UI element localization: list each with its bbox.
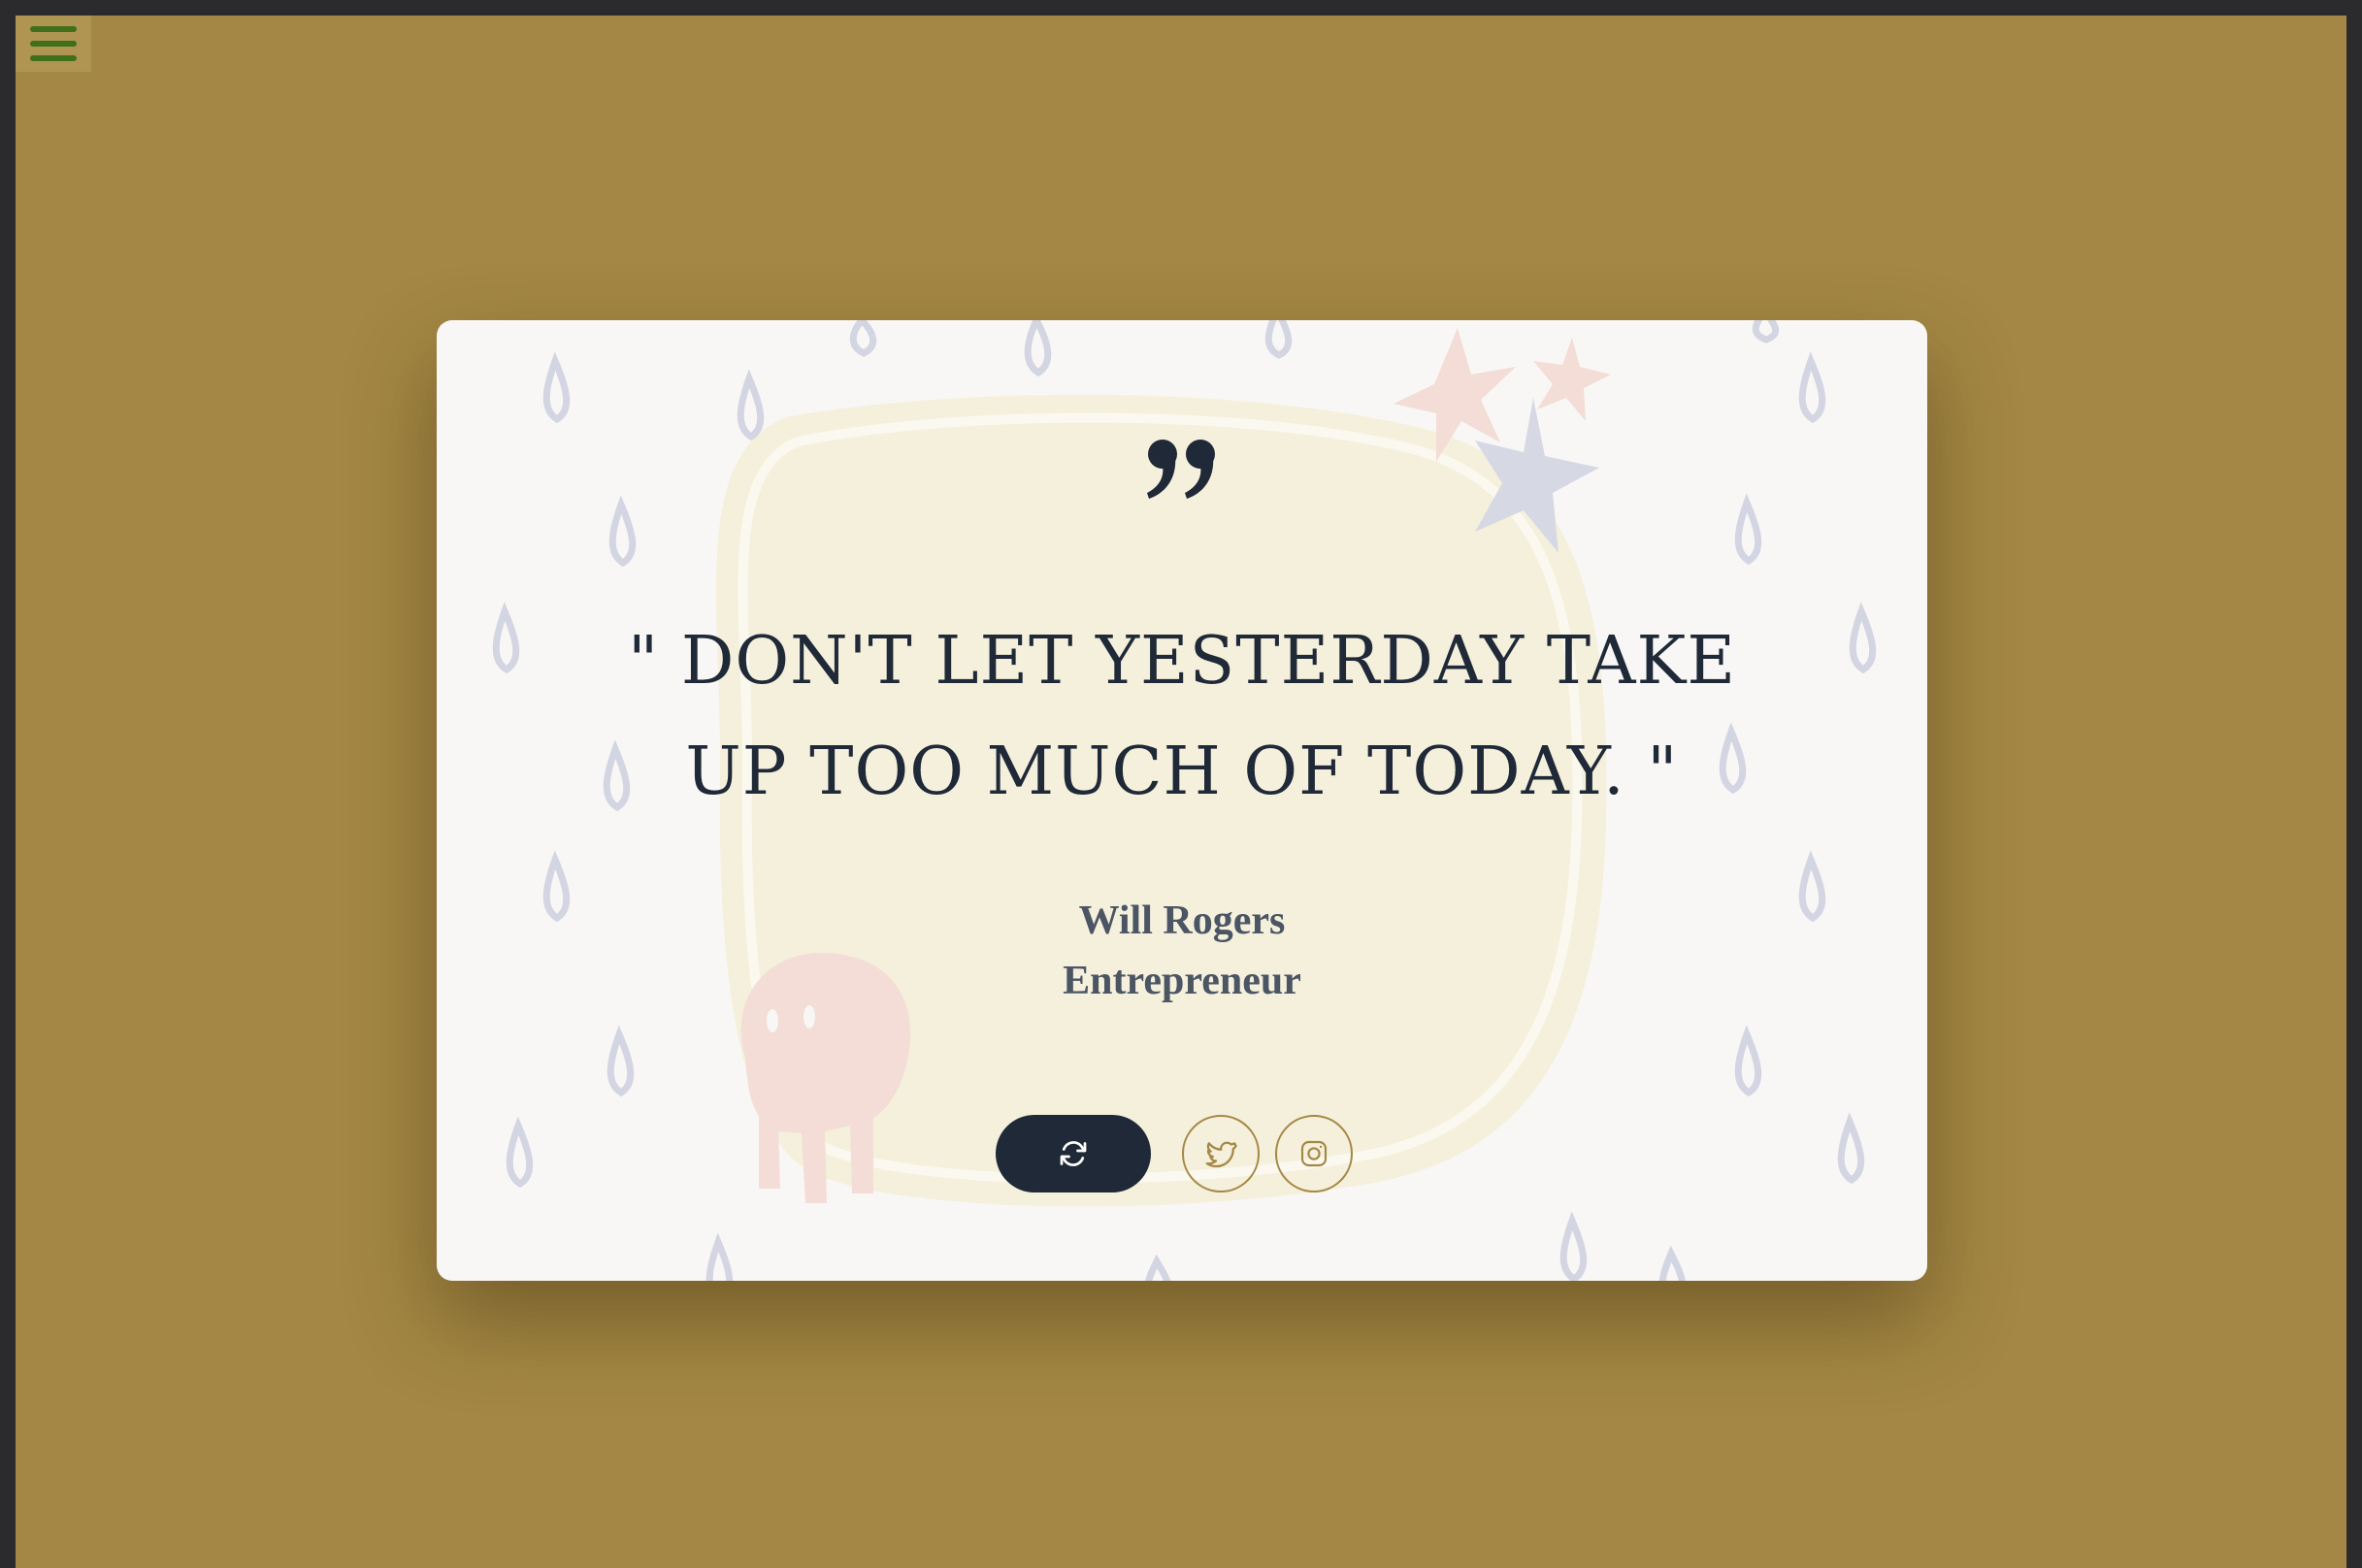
author-role: Entrepreneur	[1063, 959, 1301, 1003]
twitter-icon	[1205, 1141, 1237, 1168]
quote-mark	[437, 437, 1927, 514]
quote-author: Will Rogers	[1078, 898, 1286, 943]
quote-actions	[437, 1114, 1927, 1193]
refresh-icon	[1060, 1141, 1087, 1166]
quote-text: " DON'T LET YESTERDAY TAKE UP TOO MUCH O…	[628, 623, 1736, 810]
app-background: " DON'T LET YESTERDAY TAKE UP TOO MUCH O…	[16, 16, 2346, 1568]
closing-quote-icon	[1147, 440, 1215, 499]
quote-card: " DON'T LET YESTERDAY TAKE UP TOO MUCH O…	[437, 320, 1927, 1281]
new-quote-button[interactable]	[996, 1115, 1151, 1192]
hamburger-menu-icon	[30, 26, 77, 61]
share-instagram-button[interactable]	[1275, 1115, 1353, 1192]
share-twitter-button[interactable]	[1182, 1115, 1260, 1192]
menu-button[interactable]	[16, 16, 91, 72]
instagram-icon	[1300, 1140, 1328, 1167]
